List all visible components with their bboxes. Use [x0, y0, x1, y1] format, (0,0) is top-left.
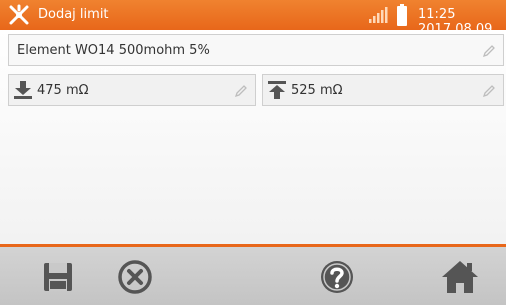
cancel-icon[interactable] — [115, 257, 155, 297]
header-bar: Dodaj limit 11:25 2017.08.09 — [0, 0, 506, 37]
pencil-icon[interactable] — [481, 43, 497, 59]
help-icon[interactable] — [317, 257, 357, 297]
lower-limit-icon — [14, 81, 32, 99]
upper-limit-field[interactable]: 525 mΩ — [262, 74, 504, 106]
signal-icon — [369, 7, 388, 23]
element-name-field[interactable]: Element WO14 500mohm 5% — [8, 34, 504, 66]
lower-limit-field[interactable]: 475 mΩ — [8, 74, 256, 106]
pencil-icon[interactable] — [233, 83, 249, 99]
upper-limit-icon — [268, 81, 286, 99]
upper-limit-value: 525 mΩ — [291, 83, 343, 98]
meter-logo-icon — [9, 4, 29, 25]
page-title: Dodaj limit — [38, 7, 109, 22]
home-icon[interactable] — [440, 257, 480, 297]
battery-icon — [397, 4, 407, 26]
bottom-toolbar — [0, 247, 506, 305]
save-icon[interactable] — [38, 257, 78, 297]
element-name-value: Element WO14 500mohm 5% — [17, 43, 210, 58]
lower-limit-value: 475 mΩ — [37, 83, 89, 98]
main-panel: Element WO14 500mohm 5% 475 mΩ 525 mΩ — [0, 30, 506, 244]
pencil-icon[interactable] — [481, 83, 497, 99]
